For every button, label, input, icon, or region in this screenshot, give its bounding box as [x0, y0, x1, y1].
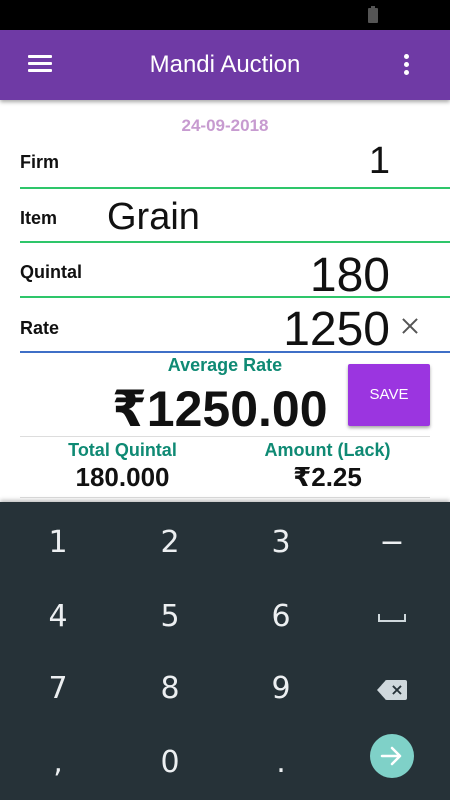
key-9[interactable]: 9: [225, 652, 337, 726]
app-title: Mandi Auction: [149, 51, 301, 78]
firm-input[interactable]: 1: [369, 140, 390, 183]
date-label: 24-09-2018: [181, 116, 269, 135]
average-rate-value: ₹1250.00: [112, 381, 328, 437]
key-comma[interactable]: ,: [2, 726, 114, 800]
key-period[interactable]: .: [225, 726, 337, 800]
quintal-input[interactable]: 180: [310, 248, 390, 303]
total-quintal-label: Total Quintal: [68, 440, 177, 460]
save-button[interactable]: SAVE: [348, 364, 430, 426]
key-space[interactable]: [336, 580, 448, 654]
key-backspace[interactable]: ×: [336, 652, 448, 726]
firm-field[interactable]: Firm 1: [20, 140, 450, 190]
rate-underline: [20, 351, 450, 353]
amount-value: ₹2.25: [293, 462, 362, 492]
arrow-right-icon: [380, 746, 402, 766]
hamburger-menu-icon[interactable]: [28, 55, 52, 73]
rate-field[interactable]: Rate 1250: [20, 300, 450, 357]
divider: [20, 497, 430, 498]
divider: [20, 436, 430, 437]
more-vertical-icon[interactable]: [404, 54, 410, 76]
space-icon: [378, 613, 406, 622]
item-label: Item: [20, 208, 58, 228]
key-7[interactable]: 7: [2, 652, 114, 726]
key-1[interactable]: 1: [2, 506, 114, 580]
item-underline: [20, 241, 450, 243]
amount-label: Amount (Lack): [264, 440, 391, 460]
item-input[interactable]: Grain: [107, 196, 200, 239]
total-quintal-value: 180.000: [75, 462, 170, 492]
key-4[interactable]: 4: [2, 580, 114, 654]
rate-label: Rate: [20, 318, 60, 338]
item-field[interactable]: Item Grain: [20, 192, 450, 244]
battery-icon: [368, 6, 378, 23]
key-6[interactable]: 6: [225, 580, 337, 654]
key-2[interactable]: 2: [114, 506, 226, 580]
quintal-label: Quintal: [20, 262, 82, 282]
firm-underline: [20, 187, 450, 189]
app-bar: Mandi Auction: [0, 30, 450, 100]
status-bar: [0, 0, 450, 30]
key-3[interactable]: 3: [225, 506, 337, 580]
quintal-field[interactable]: Quintal 180: [20, 246, 450, 303]
enter-button[interactable]: [370, 734, 414, 778]
backspace-icon: ×: [377, 679, 407, 700]
key-8[interactable]: 8: [114, 652, 226, 726]
rate-input[interactable]: 1250: [283, 302, 390, 357]
key-5[interactable]: 5: [114, 580, 226, 654]
clear-icon[interactable]: [400, 316, 420, 336]
key-0[interactable]: 0: [114, 726, 226, 800]
key-minus[interactable]: −: [336, 506, 448, 580]
firm-label: Firm: [20, 152, 60, 172]
quintal-underline: [20, 296, 450, 298]
